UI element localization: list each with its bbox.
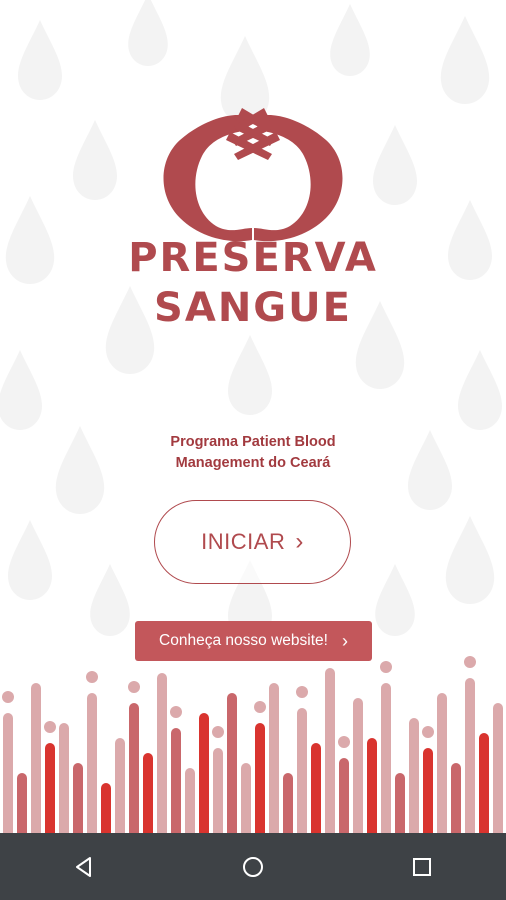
- decorative-dot: [338, 736, 350, 748]
- brand-title-line2: SANGUE: [154, 285, 352, 331]
- decorative-bar: [185, 768, 195, 833]
- decorative-bar: [255, 723, 265, 833]
- splash-screen: PRESERVA SANGUE Programa Patient Blood M…: [0, 0, 506, 833]
- decorative-bar: [353, 698, 363, 833]
- decorative-bar: [437, 693, 447, 833]
- decorative-dot: [296, 686, 308, 698]
- start-button[interactable]: INICIAR ›: [154, 500, 351, 584]
- decorative-bar: [115, 738, 125, 833]
- decorative-bar: [227, 693, 237, 833]
- decorative-bar: [269, 683, 279, 833]
- decorative-bar: [311, 743, 321, 833]
- start-button-label: INICIAR: [201, 529, 286, 554]
- decorative-dot: [380, 661, 392, 673]
- decorative-bar: [339, 758, 349, 833]
- decorative-bar: [423, 748, 433, 833]
- chevron-right-icon: ›: [295, 528, 304, 555]
- decorative-bar: [297, 708, 307, 833]
- decorative-bar: [283, 773, 293, 833]
- decorative-dot: [212, 726, 224, 738]
- decorative-bar: [241, 763, 251, 833]
- decorative-bar: [59, 723, 69, 833]
- back-button[interactable]: [54, 837, 114, 897]
- brand-title-line1: PRESERVA: [128, 235, 378, 281]
- decorative-dot: [464, 656, 476, 668]
- website-button[interactable]: Conheça nosso website! ›: [135, 621, 372, 661]
- decorative-bar: [171, 728, 181, 833]
- decorative-dot: [2, 691, 14, 703]
- decorative-bar: [45, 743, 55, 833]
- decorative-dot: [44, 721, 56, 733]
- decorative-bar: [213, 748, 223, 833]
- decorative-bar: [395, 773, 405, 833]
- subtitle-line1: Programa Patient Blood: [170, 434, 336, 450]
- decorative-bar: [73, 763, 83, 833]
- decorative-dot: [86, 671, 98, 683]
- decorative-bar: [3, 713, 13, 833]
- decorative-bar: [31, 683, 41, 833]
- chevron-right-icon: ›: [341, 630, 348, 651]
- home-button[interactable]: [223, 837, 283, 897]
- decorative-bar: [367, 738, 377, 833]
- decorative-bar: [409, 718, 419, 833]
- decorative-bar: [17, 773, 27, 833]
- decorative-dot: [422, 726, 434, 738]
- decorative-bar: [493, 703, 503, 833]
- home-icon: [242, 856, 263, 877]
- subtitle-line2: Management do Ceará: [175, 455, 331, 471]
- decorative-bar: [101, 783, 111, 833]
- blood-bars-decoration: [2, 656, 503, 833]
- recents-button[interactable]: [392, 837, 452, 897]
- decorative-dot: [128, 681, 140, 693]
- decorative-bar: [325, 668, 335, 833]
- decorative-bar: [129, 703, 139, 833]
- android-navigation-bar: [0, 833, 506, 900]
- decorative-dot: [170, 706, 182, 718]
- decorative-bar: [87, 693, 97, 833]
- back-icon: [76, 856, 92, 877]
- decorative-bar: [465, 678, 475, 833]
- decorative-bar: [143, 753, 153, 833]
- website-button-label: Conheça nosso website!: [159, 632, 328, 649]
- decorative-bar: [157, 673, 167, 833]
- decorative-bar: [199, 713, 209, 833]
- decorative-bar: [381, 683, 391, 833]
- recents-icon: [412, 857, 431, 876]
- decorative-bar: [451, 763, 461, 833]
- decorative-dot: [254, 701, 266, 713]
- decorative-bar: [479, 733, 489, 833]
- program-subtitle: Programa Patient Blood Management do Cea…: [0, 432, 506, 474]
